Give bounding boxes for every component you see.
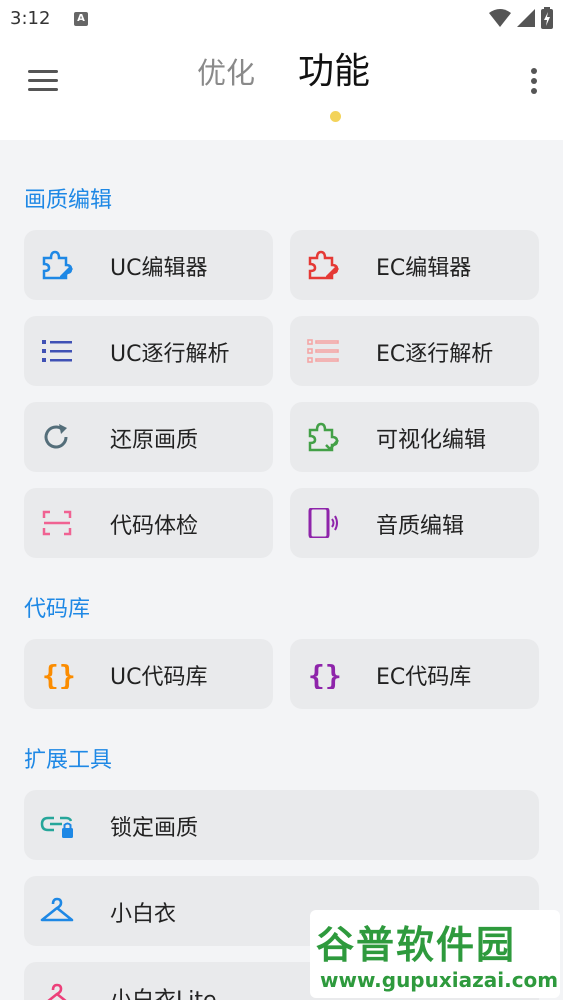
hamburger-menu-icon[interactable] — [26, 68, 60, 94]
sound-edit-button[interactable]: 音质编辑 — [290, 488, 539, 558]
hanger-icon — [40, 897, 74, 922]
svg-text:{}: {} — [42, 659, 74, 689]
watermark-url: www.gupuxiazai.com — [320, 968, 559, 992]
ec-editor-button[interactable]: EC编辑器 — [290, 230, 539, 300]
section-title-extension-tools: 扩展工具 — [24, 748, 113, 773]
tab-features[interactable]: 功能 — [298, 42, 370, 94]
watermark: 谷普软件园 www.gupuxiazai.com — [310, 910, 560, 998]
hanger-icon — [47, 983, 67, 1000]
puzzle-check-icon — [308, 422, 339, 452]
code-check-button[interactable]: 代码体检 — [24, 488, 273, 558]
code-check-label: 代码体检 — [110, 514, 199, 539]
uc-line-parse-label: UC逐行解析 — [110, 342, 230, 367]
restore-quality-button[interactable]: 还原画质 — [24, 402, 273, 472]
lock-quality-label: 锁定画质 — [110, 816, 199, 841]
ec-editor-label: EC编辑器 — [376, 256, 472, 281]
cell-signal-icon — [517, 9, 535, 27]
more-options-icon[interactable] — [529, 66, 539, 96]
wifi-icon — [489, 9, 511, 27]
top-app-bar: 3:12 A 优化 功能 — [0, 0, 563, 140]
status-icons — [489, 7, 553, 29]
puzzle-edit-icon — [308, 250, 339, 280]
visual-edit-label: 可视化编辑 — [376, 428, 487, 453]
curly-braces-icon: {} — [42, 659, 74, 689]
watermark-title: 谷普软件园 — [316, 923, 517, 967]
section-title-quality-edit: 画质编辑 — [24, 188, 113, 213]
restore-quality-label: 还原画质 — [110, 428, 199, 453]
refresh-icon — [44, 424, 68, 449]
tab-optimize[interactable]: 优化 — [197, 50, 255, 92]
uc-code-library-button[interactable]: {} UC代码库 — [24, 639, 273, 709]
svg-text:{}: {} — [308, 659, 340, 689]
puzzle-edit-icon — [42, 250, 73, 280]
lock-quality-button[interactable]: 锁定画质 — [24, 790, 539, 860]
ec-line-parse-label: EC逐行解析 — [376, 342, 494, 367]
uc-line-parse-button[interactable]: UC逐行解析 — [24, 316, 273, 386]
section-title-code-library: 代码库 — [24, 597, 91, 622]
uc-editor-label: UC编辑器 — [110, 256, 208, 281]
active-tab-indicator — [330, 111, 341, 122]
scan-icon — [42, 510, 72, 536]
phone-sound-icon — [308, 508, 338, 538]
status-bar: 3:12 A — [0, 0, 563, 38]
status-time: 3:12 — [10, 8, 51, 29]
sound-edit-label: 音质编辑 — [376, 514, 465, 539]
ec-line-parse-button[interactable]: EC逐行解析 — [290, 316, 539, 386]
link-lock-icon — [40, 816, 73, 838]
list-icon — [42, 340, 72, 362]
ec-code-library-label: EC代码库 — [376, 665, 472, 690]
xiaobaiyi-label: 小白衣 — [110, 902, 177, 927]
visual-edit-button[interactable]: 可视化编辑 — [290, 402, 539, 472]
uc-editor-button[interactable]: UC编辑器 — [24, 230, 273, 300]
curly-braces-icon: {} — [308, 659, 340, 689]
xiaobaiyi-lite-label: 小白衣Lite — [110, 982, 217, 1000]
notification-badge-icon: A — [74, 12, 88, 26]
ec-code-library-button[interactable]: {} EC代码库 — [290, 639, 539, 709]
battery-icon — [541, 7, 553, 29]
list-icon — [307, 339, 339, 363]
uc-code-library-label: UC代码库 — [110, 665, 208, 690]
